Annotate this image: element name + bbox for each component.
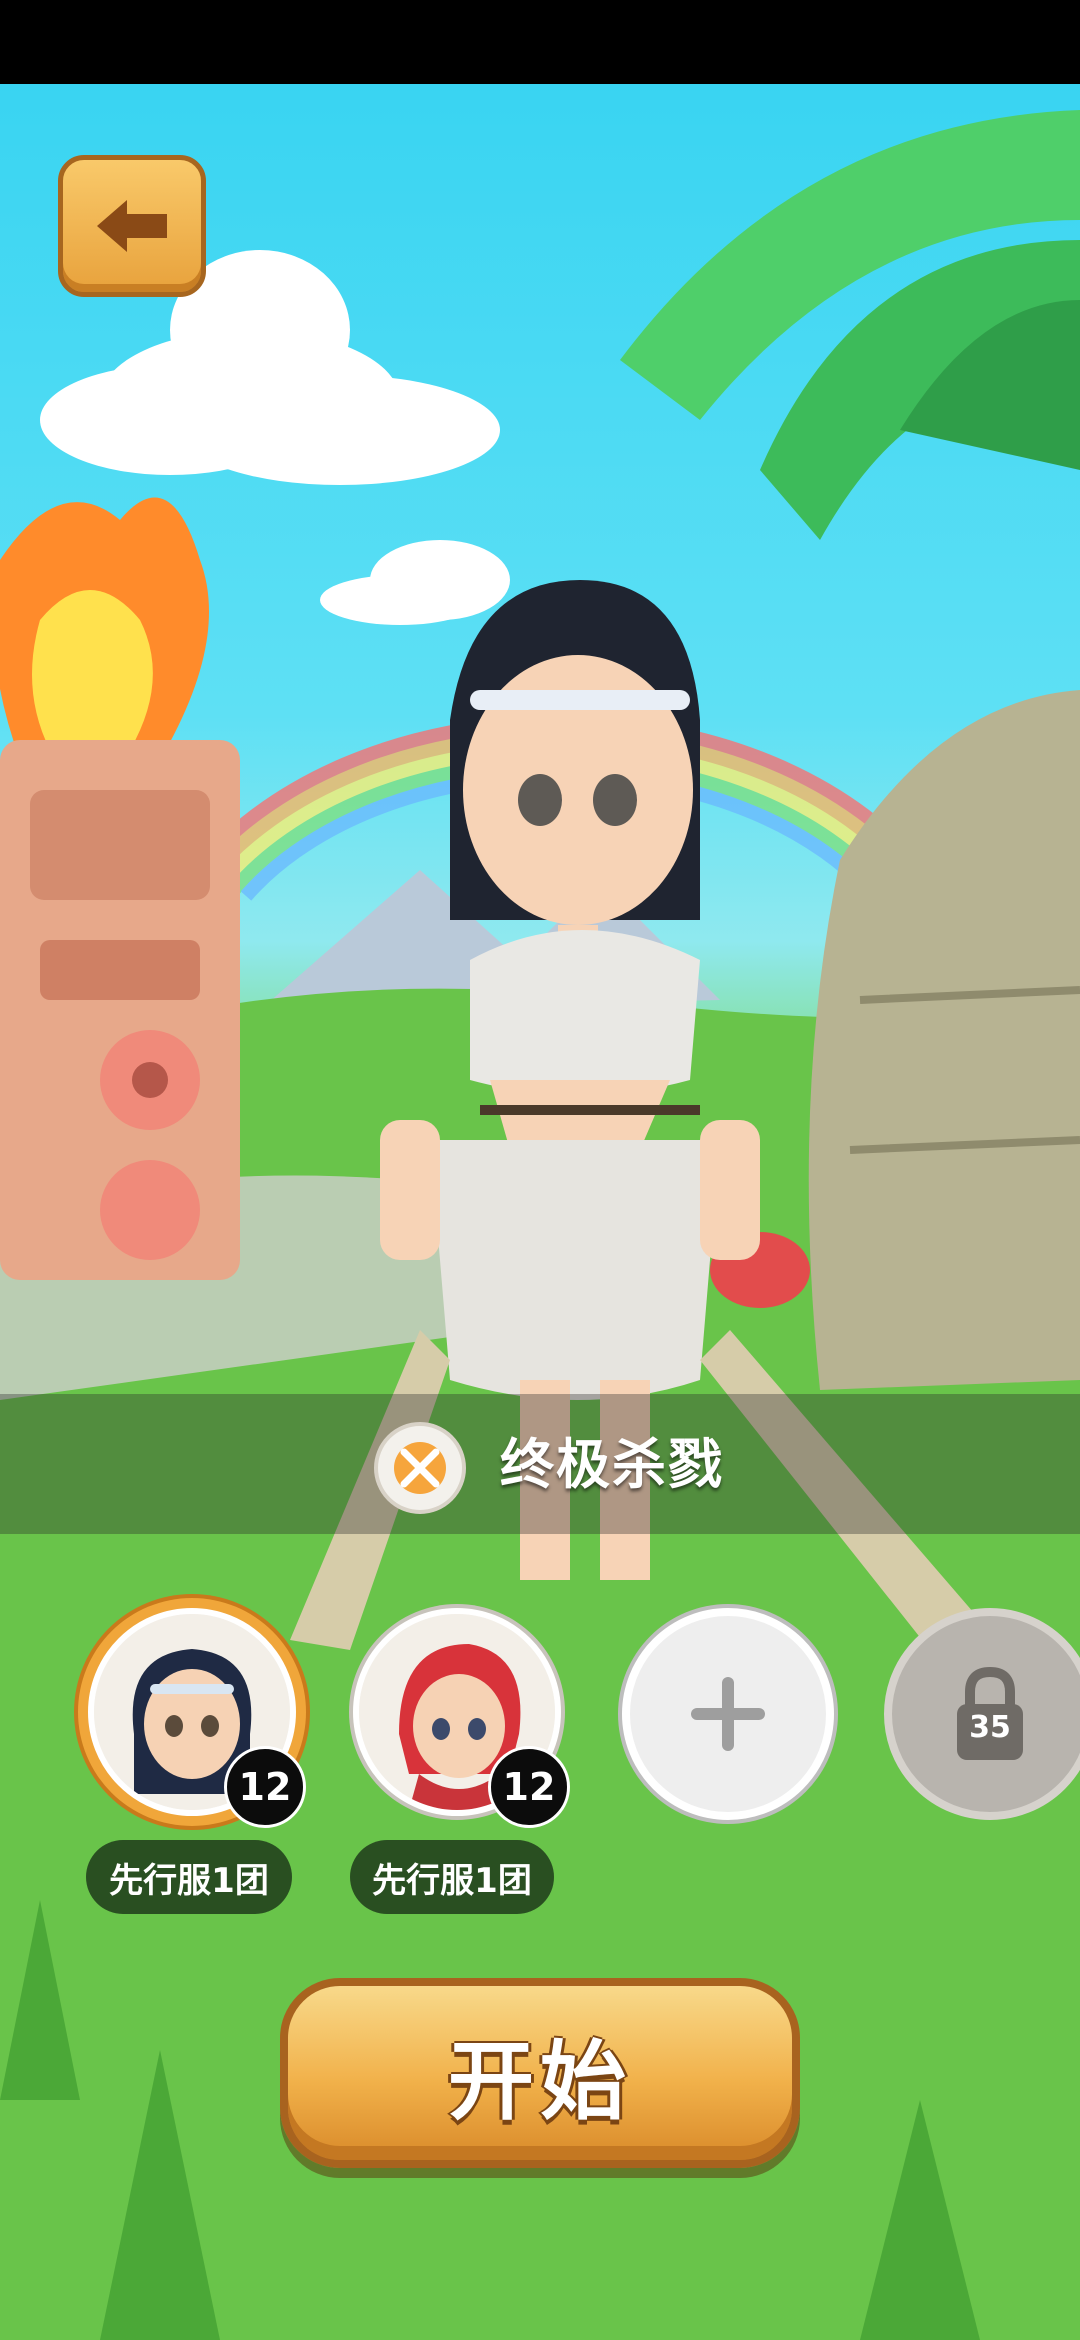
hero-server-tag: 先行服1团 <box>86 1840 292 1914</box>
lock-icon: 35 <box>945 1664 1035 1764</box>
skill-name: 终极杀戮 <box>500 1433 724 1496</box>
back-arrow-icon <box>97 200 167 252</box>
add-hero-slot[interactable] <box>622 1608 834 1820</box>
start-button[interactable]: 开始 <box>280 1978 800 2168</box>
plus-icon <box>691 1677 765 1751</box>
start-button-label: 开始 <box>448 2031 632 2132</box>
hero-level-badge: 12 <box>488 1746 570 1828</box>
crossed-blades-icon[interactable] <box>374 1422 466 1514</box>
locked-hero-slot[interactable]: 35 <box>884 1608 1080 1820</box>
hero-level-badge: 12 <box>224 1746 306 1828</box>
hero-server-tag: 先行服1团 <box>350 1840 554 1914</box>
status-bar <box>0 0 1080 84</box>
back-button[interactable] <box>58 155 206 297</box>
unlock-level: 35 <box>969 1710 1011 1745</box>
